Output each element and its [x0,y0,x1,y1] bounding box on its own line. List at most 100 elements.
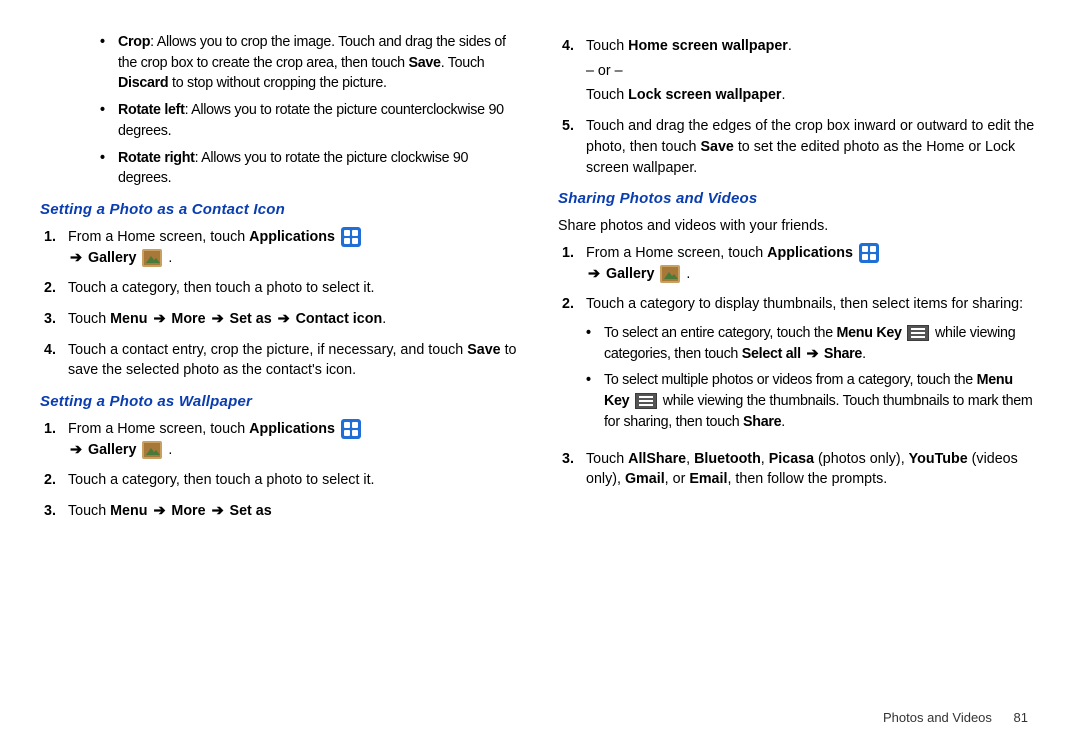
label-set-as: Set as [230,311,272,327]
arrow-icon: ➔ [210,311,226,327]
label-more: More [171,311,205,327]
page-footer: Photos and Videos 81 [0,710,1080,735]
label-contact-icon: Contact icon [296,311,383,327]
text: Touch [586,38,628,54]
label-share: Share [743,414,781,430]
text: Touch [586,87,628,103]
step-2: Touch a category to display thumbnails, … [558,294,1040,438]
arrow-icon: ➔ [151,503,167,519]
gallery-icon [660,265,680,283]
heading-sharing: Sharing Photos and Videos [558,188,1040,210]
arrow-icon: ➔ [276,311,292,327]
label-menu-key: Menu Key [837,325,902,341]
text: From a Home screen, touch [68,421,249,437]
applications-icon [859,243,879,263]
menu-key-icon [907,325,929,341]
text: . [788,38,792,54]
bullet-rotate-right: Rotate right: Allows you to rotate the p… [100,148,522,189]
label-gallery: Gallery [606,266,654,282]
applications-icon [341,227,361,247]
text: , then follow the prompts. [727,471,887,487]
right-column: Touch Home screen wallpaper. – or – Touc… [558,30,1040,690]
step-3: Touch AllShare, Bluetooth, Picasa (photo… [558,449,1040,490]
text: . [782,87,786,103]
gallery-icon [142,249,162,267]
left-column: Crop: Allows you to crop the image. Touc… [40,30,522,690]
label-select-all: Select all [742,346,801,362]
text: Touch [68,503,110,519]
text: From a Home screen, touch [68,229,249,245]
arrow-icon: ➔ [68,442,84,458]
step-2: Touch a category, then touch a photo to … [40,470,522,491]
text: . [862,346,866,362]
term-discard: Discard [118,75,168,91]
gallery-icon [142,441,162,459]
step-1: From a Home screen, touch Applications ➔… [40,419,522,460]
text: Touch [68,311,110,327]
page-body: Crop: Allows you to crop the image. Touc… [0,0,1080,710]
label-allshare: AllShare [628,451,686,467]
text: . Touch [441,55,485,71]
steps-sharing: From a Home screen, touch Applications ➔… [558,243,1040,490]
label-bluetooth: Bluetooth [694,451,761,467]
term-crop: Crop [118,34,150,50]
text: Touch a category, then touch a photo to … [68,278,522,299]
step-4: Touch Home screen wallpaper. – or – Touc… [558,36,1040,106]
bullet-crop: Crop: Allows you to crop the image. Touc… [100,32,522,94]
label-applications: Applications [249,229,335,245]
text: Touch a contact entry, crop the picture,… [68,342,467,358]
text: Touch [586,451,628,467]
arrow-icon: ➔ [586,266,602,282]
steps-wallpaper: From a Home screen, touch Applications ➔… [40,419,522,522]
step-2: Touch a category, then touch a photo to … [40,278,522,299]
label-set-as: Set as [230,503,272,519]
step-3: Touch Menu ➔ More ➔ Set as [40,501,522,522]
label-save: Save [467,342,500,358]
term-rotate-right: Rotate right [118,150,195,166]
text: while viewing the thumbnails. Touch thum… [604,393,1033,430]
share-sub-bullets: To select an entire category, touch the … [586,323,1040,433]
text: , [761,451,769,467]
bullet-select-multiple: To select multiple photos or videos from… [586,370,1040,432]
label-more: More [171,503,205,519]
label-menu: Menu [110,503,147,519]
label-gallery: Gallery [88,250,136,266]
arrow-icon: ➔ [804,346,820,362]
sharing-intro: Share photos and videos with your friend… [558,216,1040,237]
text: Touch a category, then touch a photo to … [68,470,522,491]
label-youtube: YouTube [909,451,968,467]
text: Touch a category to display thumbnails, … [586,296,1023,312]
term-save: Save [409,55,441,71]
step-3: Touch Menu ➔ More ➔ Set as ➔ Contact ico… [40,309,522,330]
bullet-select-category: To select an entire category, touch the … [586,323,1040,364]
step-5: Touch and drag the edges of the crop box… [558,116,1040,178]
label-lock-wallpaper: Lock screen wallpaper [628,87,781,103]
step-1: From a Home screen, touch Applications ➔… [40,227,522,268]
text: to stop without cropping the picture. [168,75,386,91]
heading-wallpaper: Setting a Photo as Wallpaper [40,391,522,413]
text: . [382,311,386,327]
step-1: From a Home screen, touch Applications ➔… [558,243,1040,284]
label-home-wallpaper: Home screen wallpaper [628,38,788,54]
heading-contact-icon: Setting a Photo as a Contact Icon [40,199,522,221]
label-picasa: Picasa [769,451,814,467]
step-4: Touch a contact entry, crop the picture,… [40,340,522,381]
or-divider: – or – [586,61,1040,82]
bullet-rotate-left: Rotate left: Allows you to rotate the pi… [100,100,522,141]
text: (photos only), [814,451,909,467]
label-gmail: Gmail [625,471,665,487]
text: . [781,414,785,430]
steps-wallpaper-cont: Touch Home screen wallpaper. – or – Touc… [558,36,1040,178]
label-email: Email [689,471,727,487]
label-applications: Applications [249,421,335,437]
label-menu: Menu [110,311,147,327]
text: , [686,451,694,467]
label-share: Share [824,346,862,362]
menu-key-icon [635,393,657,409]
label-gallery: Gallery [88,442,136,458]
footer-page-number: 81 [1014,710,1028,725]
steps-contact-icon: From a Home screen, touch Applications ➔… [40,227,522,381]
arrow-icon: ➔ [210,503,226,519]
text: To select multiple photos or videos from… [604,372,977,388]
text: , or [665,471,690,487]
